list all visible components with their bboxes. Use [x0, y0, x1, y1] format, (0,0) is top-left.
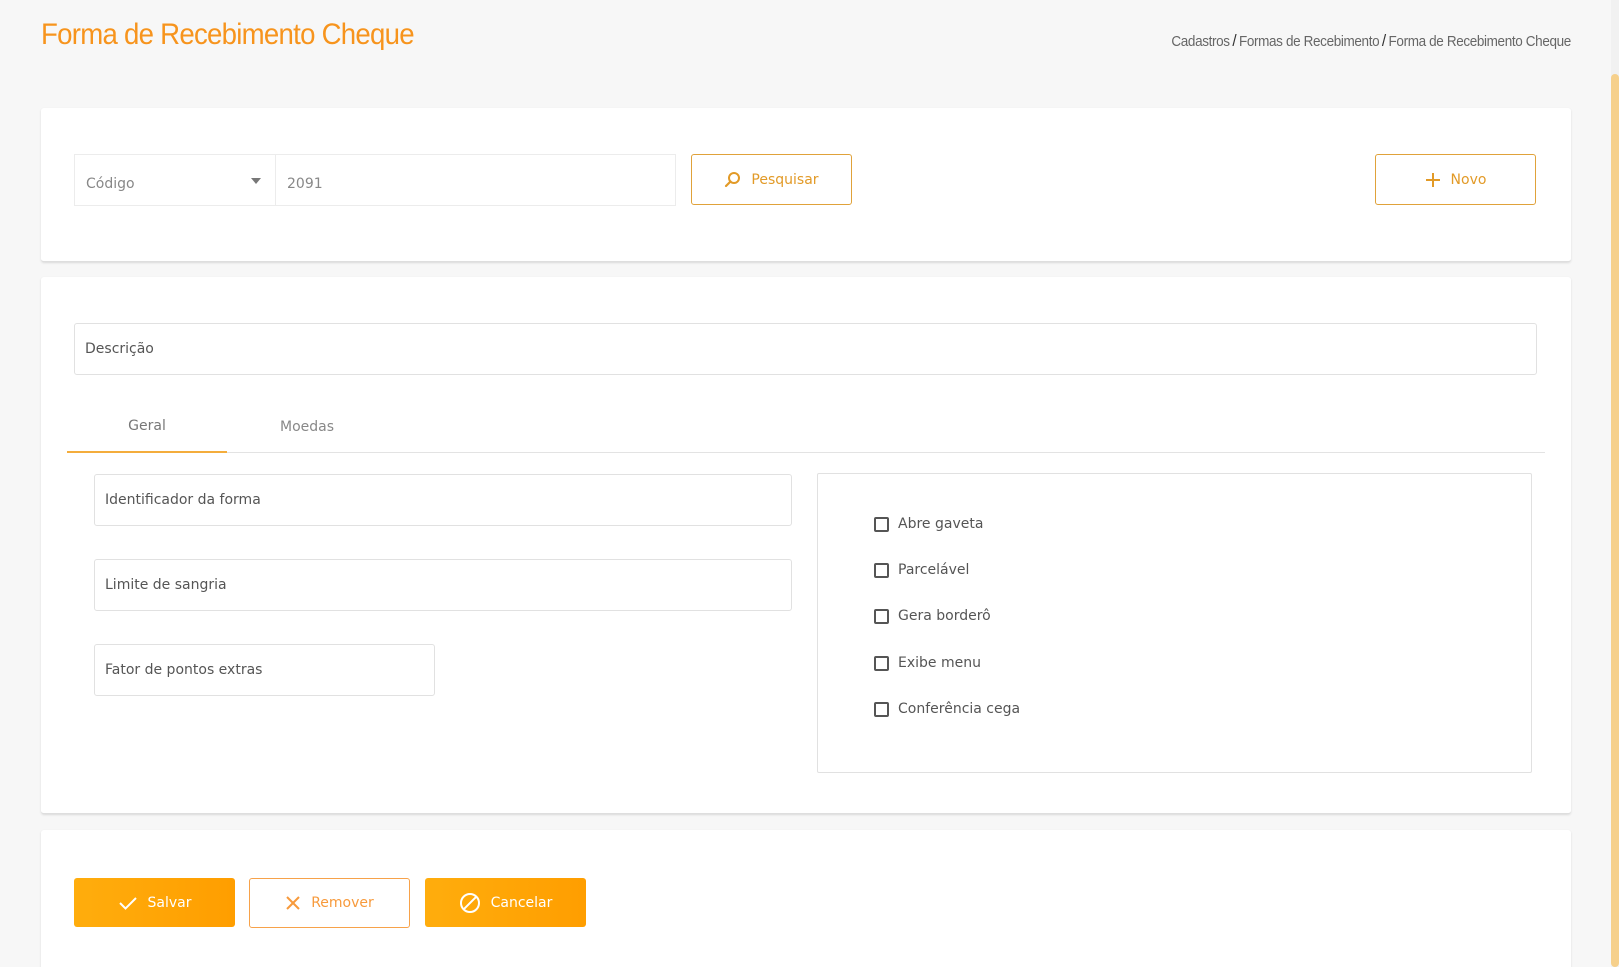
checkbox-label: Exibe menu: [898, 655, 981, 671]
code-input[interactable]: [275, 154, 676, 206]
actions-card: Salvar Remover Cancelar: [41, 830, 1571, 967]
novo-label: Novo: [1450, 171, 1487, 188]
checkbox-box[interactable]: [874, 562, 889, 578]
identificador-field[interactable]: Identificador da forma: [94, 474, 792, 526]
tab-geral[interactable]: Geral: [67, 401, 227, 453]
checkbox-box[interactable]: [874, 608, 889, 624]
breadcrumb-separator: /: [1382, 31, 1386, 50]
checkbox-abre-gaveta[interactable]: Abre gaveta: [874, 516, 983, 532]
limite-sangria-label: Limite de sangria: [105, 577, 227, 593]
search-field-select-value: Código: [86, 176, 135, 192]
pesquisar-label: Pesquisar: [751, 171, 819, 188]
checkbox-parcelavel[interactable]: Parcelável: [874, 562, 969, 578]
checkbox-conferencia-cega[interactable]: Conferência cega: [874, 701, 1020, 717]
remover-button[interactable]: Remover: [249, 878, 410, 928]
cancelar-label: Cancelar: [490, 894, 553, 911]
breadcrumb-separator: /: [1232, 31, 1237, 50]
checkbox-box[interactable]: [874, 701, 889, 717]
salvar-button[interactable]: Salvar: [74, 878, 235, 927]
remover-label: Remover: [311, 895, 374, 911]
fator-pontos-field[interactable]: Fator de pontos extras: [94, 644, 435, 696]
search-icon: [724, 171, 741, 188]
ban-icon: [459, 892, 481, 914]
scrollbar-thumb[interactable]: [1611, 74, 1619, 967]
checkbox-label: Abre gaveta: [898, 516, 984, 532]
check-icon: [118, 895, 138, 911]
form-card: Descrição Geral Moedas Identificador da …: [41, 277, 1571, 814]
close-icon: [285, 895, 301, 911]
breadcrumb-item-current: Forma de Recebimento Cheque: [1388, 33, 1572, 50]
tab-moedas[interactable]: Moedas: [227, 401, 387, 453]
pesquisar-button[interactable]: Pesquisar: [691, 154, 852, 205]
page-title: Forma de Recebimento Cheque: [41, 18, 415, 51]
novo-button[interactable]: Novo: [1375, 154, 1536, 205]
checkbox-exibe-menu[interactable]: Exibe menu: [874, 655, 981, 671]
tabs: Geral Moedas: [67, 401, 1545, 453]
limite-sangria-field[interactable]: Limite de sangria: [94, 559, 792, 611]
identificador-label: Identificador da forma: [105, 492, 261, 508]
checkbox-label: Gera borderô: [898, 608, 991, 624]
fator-pontos-label: Fator de pontos extras: [105, 662, 263, 678]
salvar-label: Salvar: [147, 894, 192, 911]
checkbox-label: Parcelável: [898, 562, 970, 578]
checkbox-box[interactable]: [874, 655, 889, 671]
descricao-label: Descrição: [85, 341, 154, 357]
checkbox-box[interactable]: [874, 516, 889, 532]
search-field-select[interactable]: Código: [74, 154, 275, 206]
chevron-down-icon: [251, 178, 261, 184]
breadcrumb-item-cadastros[interactable]: Cadastros: [1171, 33, 1230, 50]
breadcrumb: Cadastros / Formas de Recebimento / Forma de…: [1171, 31, 1571, 51]
plus-icon: [1425, 172, 1441, 188]
descricao-field[interactable]: Descrição: [74, 323, 1537, 375]
cancelar-button[interactable]: Cancelar: [425, 878, 586, 927]
breadcrumb-item-formas[interactable]: Formas de Recebimento: [1239, 33, 1380, 50]
checkbox-label: Conferência cega: [898, 701, 1021, 717]
search-card: Código Pesquisar Novo: [41, 108, 1571, 262]
checkbox-gera-bordero[interactable]: Gera borderô: [874, 608, 991, 624]
options-panel: Abre gaveta Parcelável Gera borderô Exib…: [817, 473, 1532, 773]
